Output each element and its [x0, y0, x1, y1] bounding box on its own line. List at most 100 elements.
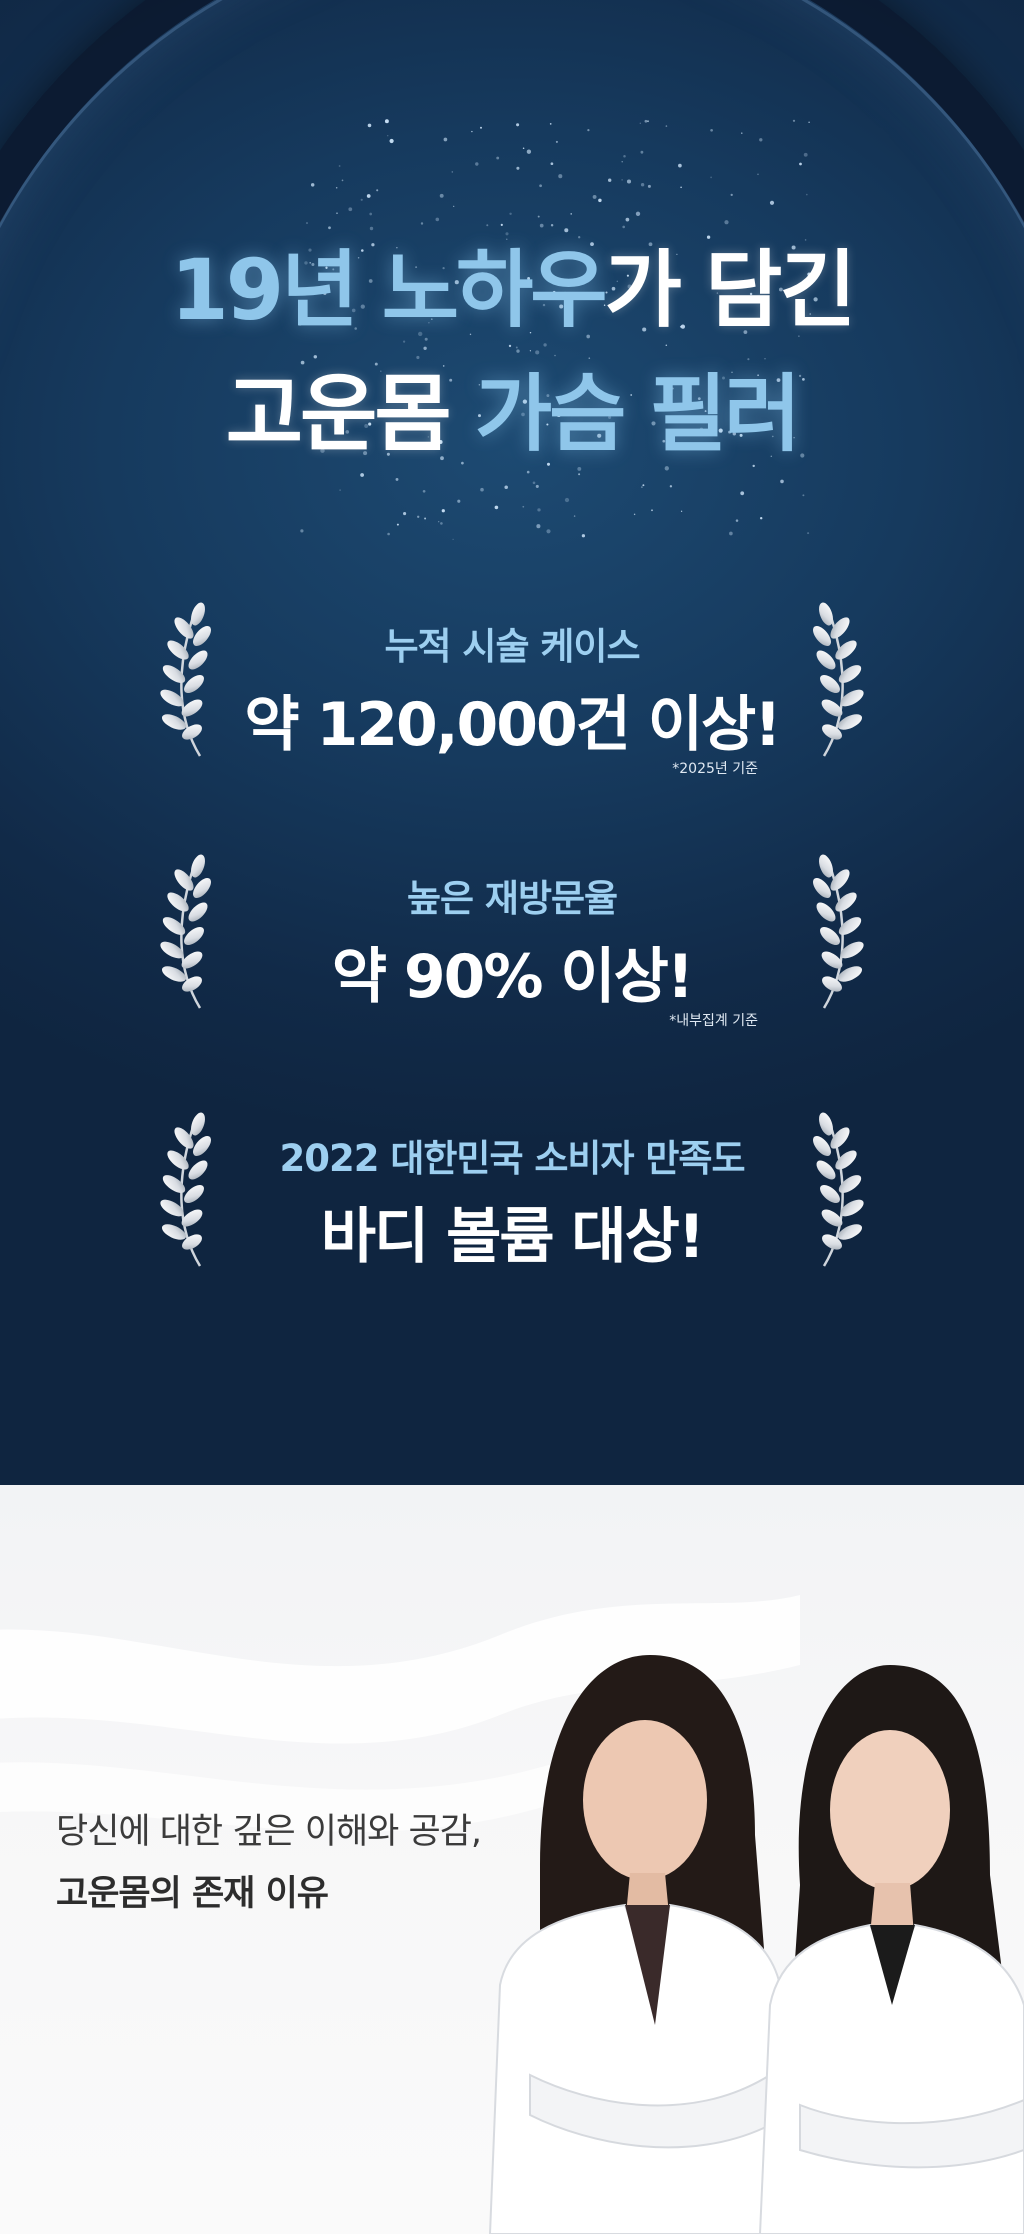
sparkle-dot: [543, 343, 547, 347]
sparkle-dot: [452, 538, 454, 541]
sparkle-dot: [505, 232, 509, 236]
hero-title-highlight-1: 19년 노하우: [170, 241, 607, 339]
sparkle-dot: [724, 220, 729, 225]
sparkle-dot: [710, 128, 713, 132]
sparkle-dot: [558, 174, 563, 179]
sparkle-dot: [522, 505, 525, 508]
sparkle-dot: [509, 212, 512, 216]
award-subtitle: 높은 재방문율: [406, 877, 618, 920]
hero-title-line-1: 19년 노하우가 담긴: [0, 248, 1024, 332]
sparkle-dot: [621, 179, 623, 181]
sparkle-dot: [479, 126, 483, 129]
sparkle-dot: [440, 522, 443, 525]
sparkle-dot: [441, 509, 445, 513]
sparkle-dot: [422, 489, 426, 493]
sparkle-dot: [626, 179, 632, 184]
sparkle-dot: [338, 165, 341, 167]
sparkle-dot: [608, 178, 612, 182]
sparkle-dot: [678, 163, 682, 168]
sparkle-dot: [651, 509, 653, 512]
award-footnote: *2025년 기준: [672, 761, 758, 777]
sparkle-dot: [341, 179, 344, 182]
hero-title-highlight-2: 가슴 필러: [448, 365, 801, 463]
sparkle-dot: [735, 519, 739, 522]
sparkle-dot: [387, 532, 390, 536]
sparkle-dot: [546, 462, 551, 466]
sparkle-dot: [508, 344, 512, 348]
sparkle-dot: [522, 147, 525, 149]
sparkle-dot: [335, 187, 338, 189]
sparkle-dot: [438, 521, 440, 523]
sparkle-dot: [457, 499, 461, 503]
sparkle-dot: [526, 470, 530, 474]
sparkle-dot: [536, 524, 541, 529]
sparkle-dot: [665, 344, 668, 346]
sparkle-dot: [506, 238, 508, 240]
sparkle-dot: [336, 212, 338, 215]
sparkle-dot: [640, 150, 644, 154]
sparkle-dot: [435, 217, 440, 222]
sparkle-dot: [386, 134, 389, 137]
hero-title-text-2: 고운몸: [225, 365, 452, 463]
sparkle-dot: [526, 149, 532, 154]
sparkle-dot: [516, 349, 520, 353]
sparkle-dot: [300, 529, 304, 533]
sparkle-dot: [403, 512, 407, 516]
sparkle-dot: [640, 486, 643, 489]
sparkle-dot: [623, 155, 626, 158]
sparkle-dot: [680, 186, 682, 189]
sparkle-dot: [550, 224, 554, 227]
sparkle-dot: [471, 130, 473, 133]
intro-section: 당신에 대한 깊은 이해와 공감, 고운몸의 존재 이유: [0, 1485, 1024, 2234]
sparkle-dot: [665, 125, 668, 127]
sparkle-dot: [799, 162, 802, 166]
sparkle-dot: [516, 166, 520, 170]
sparkle-dot: [780, 479, 784, 484]
sparkle-dot: [581, 534, 586, 538]
sparkle-dot: [417, 515, 420, 518]
sparkle-dot: [752, 464, 755, 468]
award-headline: 바디 볼륨 대상!: [320, 1202, 705, 1272]
sparkle-dot: [328, 226, 331, 230]
sparkle-dot: [313, 355, 318, 359]
sparkle-dot: [549, 123, 552, 125]
intro-line-2: 고운몸의 존재 이유: [56, 1874, 329, 1914]
hero-title-line-2: 고운몸 가슴 필러: [0, 372, 1024, 456]
hero-section: 19년 노하우가 담긴 고운몸 가슴 필러 누적 시술 케이스 약 120,00…: [0, 0, 1024, 1485]
sparkle-dot: [535, 484, 539, 488]
sparkle-dot: [564, 497, 570, 503]
sparkle-dot: [730, 193, 733, 197]
award-footnote: *내부집계 기준: [669, 1013, 758, 1029]
sparkle-dot: [808, 121, 810, 123]
sparkle-dot: [757, 173, 759, 176]
sparkle-dot: [573, 515, 576, 517]
award-cases: 누적 시술 케이스 약 120,000건 이상! *2025년 기준: [0, 600, 1024, 777]
sparkle-dot: [803, 152, 808, 157]
sparkle-dot: [360, 198, 363, 201]
sparkle-dot: [439, 193, 444, 198]
sparkle-dot: [300, 360, 305, 365]
sparkle-dot: [554, 354, 556, 357]
sparkle-dot: [475, 162, 479, 166]
sparkle-dot: [366, 194, 371, 198]
sparkle-dot: [515, 346, 518, 349]
sparkle-dot: [395, 477, 399, 481]
sparkle-dot: [369, 226, 374, 231]
sparkle-dot: [494, 505, 499, 510]
sparkle-dot: [647, 184, 651, 188]
sparkle-dot: [443, 137, 448, 142]
sparkle-dot: [451, 171, 454, 173]
sparkle-dot: [598, 198, 602, 203]
sparkle-dot: [621, 161, 623, 163]
sparkle-dot: [564, 228, 569, 233]
sparkle-dot: [367, 123, 372, 128]
award-subtitle: 2022 대한민국 소비자 만족도: [279, 1137, 745, 1180]
sparkle-dot: [535, 350, 540, 355]
sparkle-dot: [529, 350, 532, 352]
sparkle-dot: [625, 217, 630, 222]
sparkle-dot: [633, 513, 636, 516]
sparkle-dot: [486, 224, 489, 227]
sparkle-dot: [348, 207, 353, 212]
sparkle-dot: [747, 358, 750, 361]
sparkle-dot: [555, 140, 558, 143]
